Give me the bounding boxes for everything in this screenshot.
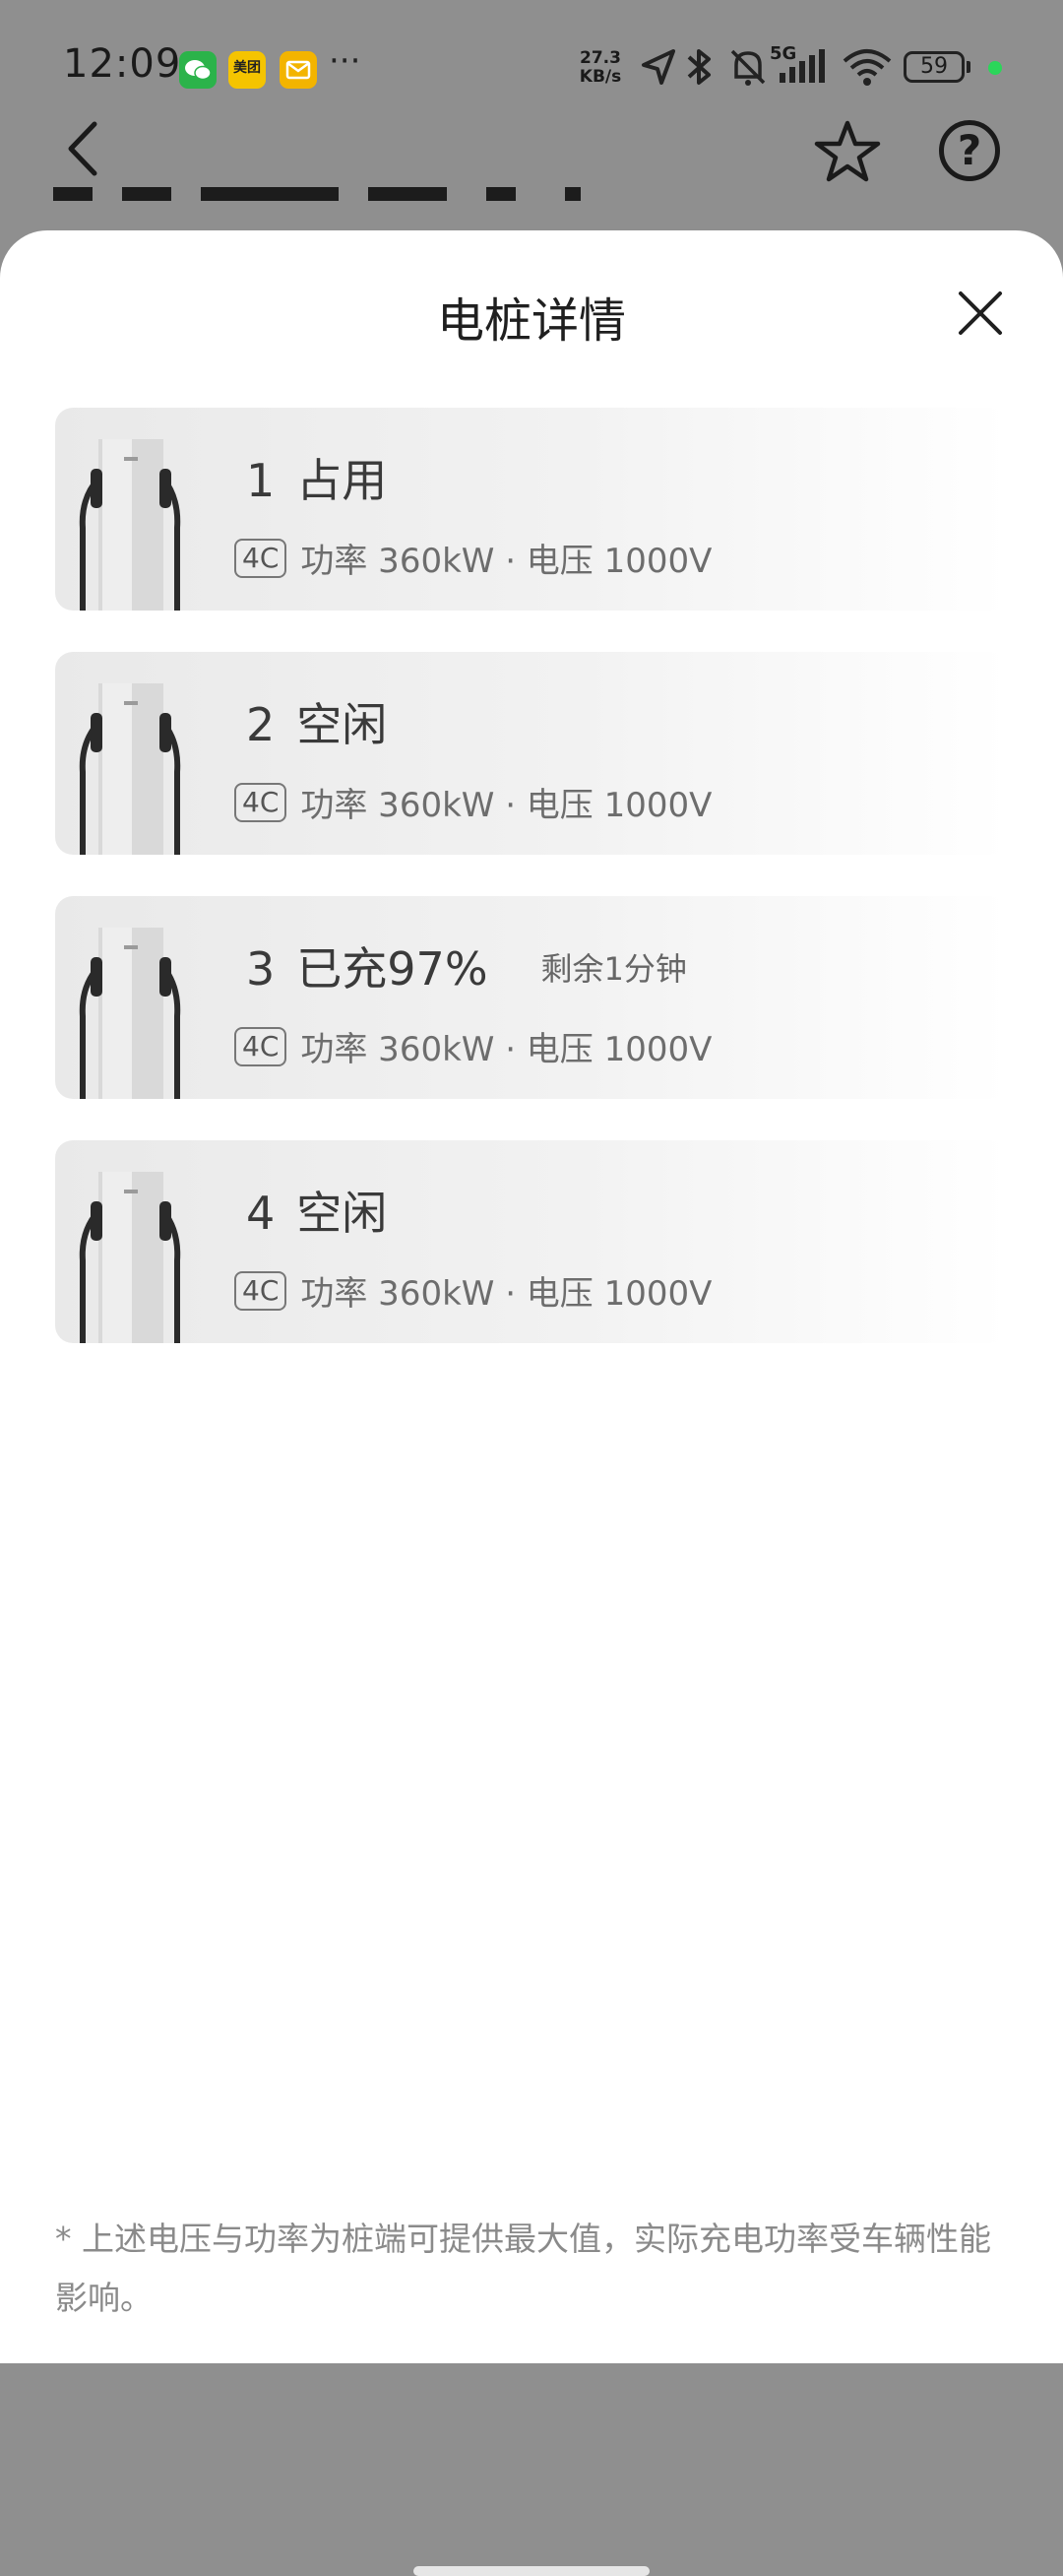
- net-speed: 27.3 KB/s: [571, 49, 630, 87]
- pile-status: 已充97%: [296, 942, 488, 996]
- location-icon: [642, 49, 675, 85]
- mail-icon: [280, 51, 317, 89]
- charger-image: [79, 1172, 181, 1343]
- net-speed-value: 27.3: [580, 48, 621, 68]
- mute-icon: [730, 49, 766, 86]
- pile-card-3[interactable]: 3 已充97% 剩余1分钟 4C 功率 360kW · 电压 1000V: [55, 896, 1008, 1099]
- pile-card-2[interactable]: 2 空闲 4C 功率 360kW · 电压 1000V: [55, 652, 1008, 855]
- pile-card-4[interactable]: 4 空闲 4C 功率 360kW · 电压 1000V: [55, 1140, 1008, 1343]
- meituan-icon: 美团: [228, 51, 266, 89]
- pile-specs: 功率 360kW · 电压 1000V: [300, 786, 713, 825]
- help-label: ?: [957, 126, 982, 174]
- pile-number: 3: [246, 942, 276, 996]
- sheet-title: 电桩详情: [436, 293, 626, 349]
- status-time: 12:09: [63, 41, 182, 87]
- battery-tip: [967, 61, 970, 73]
- pile-number: 1: [246, 454, 276, 507]
- meituan-label: 美团: [233, 60, 261, 76]
- home-indicator[interactable]: [413, 2566, 650, 2576]
- charge-rate-tag: 4C: [234, 1026, 287, 1066]
- pile-details-sheet: 电桩详情 1 占用 4C 功率 360kW · 电压 1000V 2 空闲 4C 功率 …: [0, 230, 1063, 2576]
- pile-specs: 功率 360kW · 电压 1000V: [300, 1030, 713, 1069]
- remaining-time: 剩余1分钟: [540, 950, 687, 988]
- pile-status: 空闲: [296, 698, 388, 751]
- status-bar: 12:09 美团 ··· 27.3 KB/s 5G 59: [0, 0, 1063, 128]
- pile-specs: 功率 360kW · 电压 1000V: [300, 542, 713, 581]
- pile-specs: 功率 360kW · 电压 1000V: [300, 1274, 713, 1314]
- pile-number: 2: [246, 698, 276, 751]
- charge-rate-tag: 4C: [234, 538, 287, 578]
- bluetooth-icon: [687, 49, 711, 85]
- footnote: * 上述电压与功率为桩端可提供最大值，实际充电功率受车辆性能影响。: [55, 2220, 991, 2317]
- net-speed-unit: KB/s: [579, 67, 622, 87]
- battery-level: 59: [920, 54, 948, 79]
- pile-number: 4: [246, 1187, 276, 1240]
- charger-image: [79, 683, 181, 855]
- close-icon[interactable]: [955, 288, 1006, 339]
- help-button[interactable]: ?: [939, 120, 1000, 181]
- privacy-indicator-dot: [988, 61, 1002, 75]
- charger-image: [79, 439, 181, 611]
- signal-icon: [780, 49, 825, 83]
- charge-rate-tag: 4C: [234, 1270, 287, 1311]
- charge-rate-tag: 4C: [234, 782, 287, 822]
- wechat-icon: [179, 51, 217, 89]
- pile-card-1[interactable]: 1 占用 4C 功率 360kW · 电压 1000V: [55, 408, 1008, 611]
- chevron-left-icon[interactable]: [59, 116, 108, 181]
- wifi-icon: [843, 49, 892, 86]
- background-title-fragment: [53, 187, 585, 230]
- charger-image: [79, 928, 181, 1099]
- battery-icon: 59: [904, 51, 965, 83]
- pile-status: 占用: [296, 454, 388, 507]
- pile-status: 空闲: [296, 1187, 388, 1240]
- star-icon[interactable]: [813, 118, 882, 185]
- more-icon: ···: [329, 41, 361, 81]
